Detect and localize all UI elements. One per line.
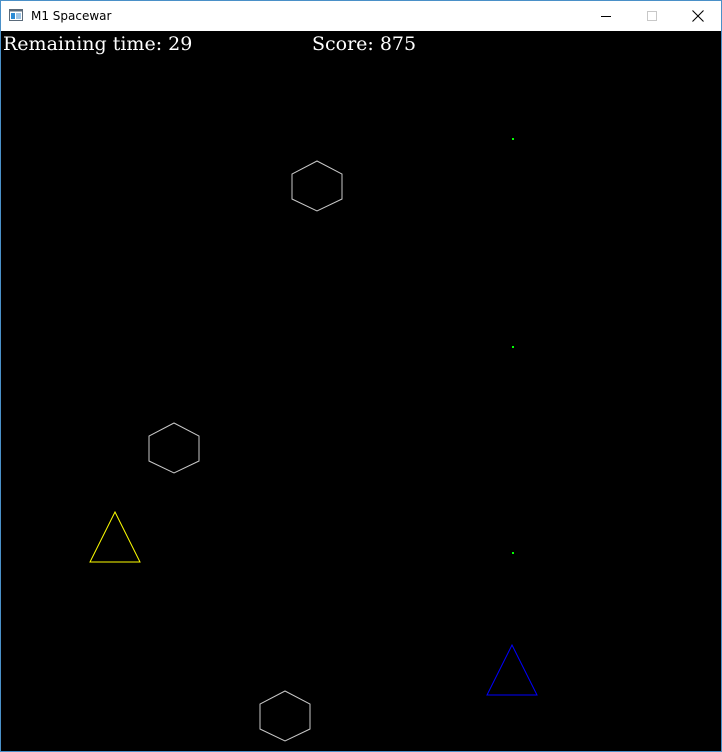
bullet (512, 138, 514, 140)
minimize-button[interactable] (583, 1, 629, 31)
maximize-button[interactable] (629, 1, 675, 31)
enemy-ship (486, 643, 538, 696)
maximize-icon (647, 11, 657, 21)
close-icon (692, 10, 704, 22)
player-ship (89, 510, 141, 563)
close-button[interactable] (675, 1, 721, 31)
asteroid (291, 160, 343, 212)
title-bar[interactable]: M1 Spacewar (1, 1, 721, 31)
app-window-icon (9, 9, 23, 21)
playfield (89, 138, 538, 742)
minimize-icon (601, 16, 611, 17)
game-window: M1 Spacewar Remaining time: 29 Score: 875 (0, 0, 722, 752)
bullet (512, 346, 514, 348)
asteroid (259, 690, 311, 742)
bullet (512, 552, 514, 554)
asteroid (148, 422, 200, 474)
window-title: M1 Spacewar (31, 9, 112, 23)
game-canvas[interactable]: Remaining time: 29 Score: 875 (1, 31, 721, 751)
